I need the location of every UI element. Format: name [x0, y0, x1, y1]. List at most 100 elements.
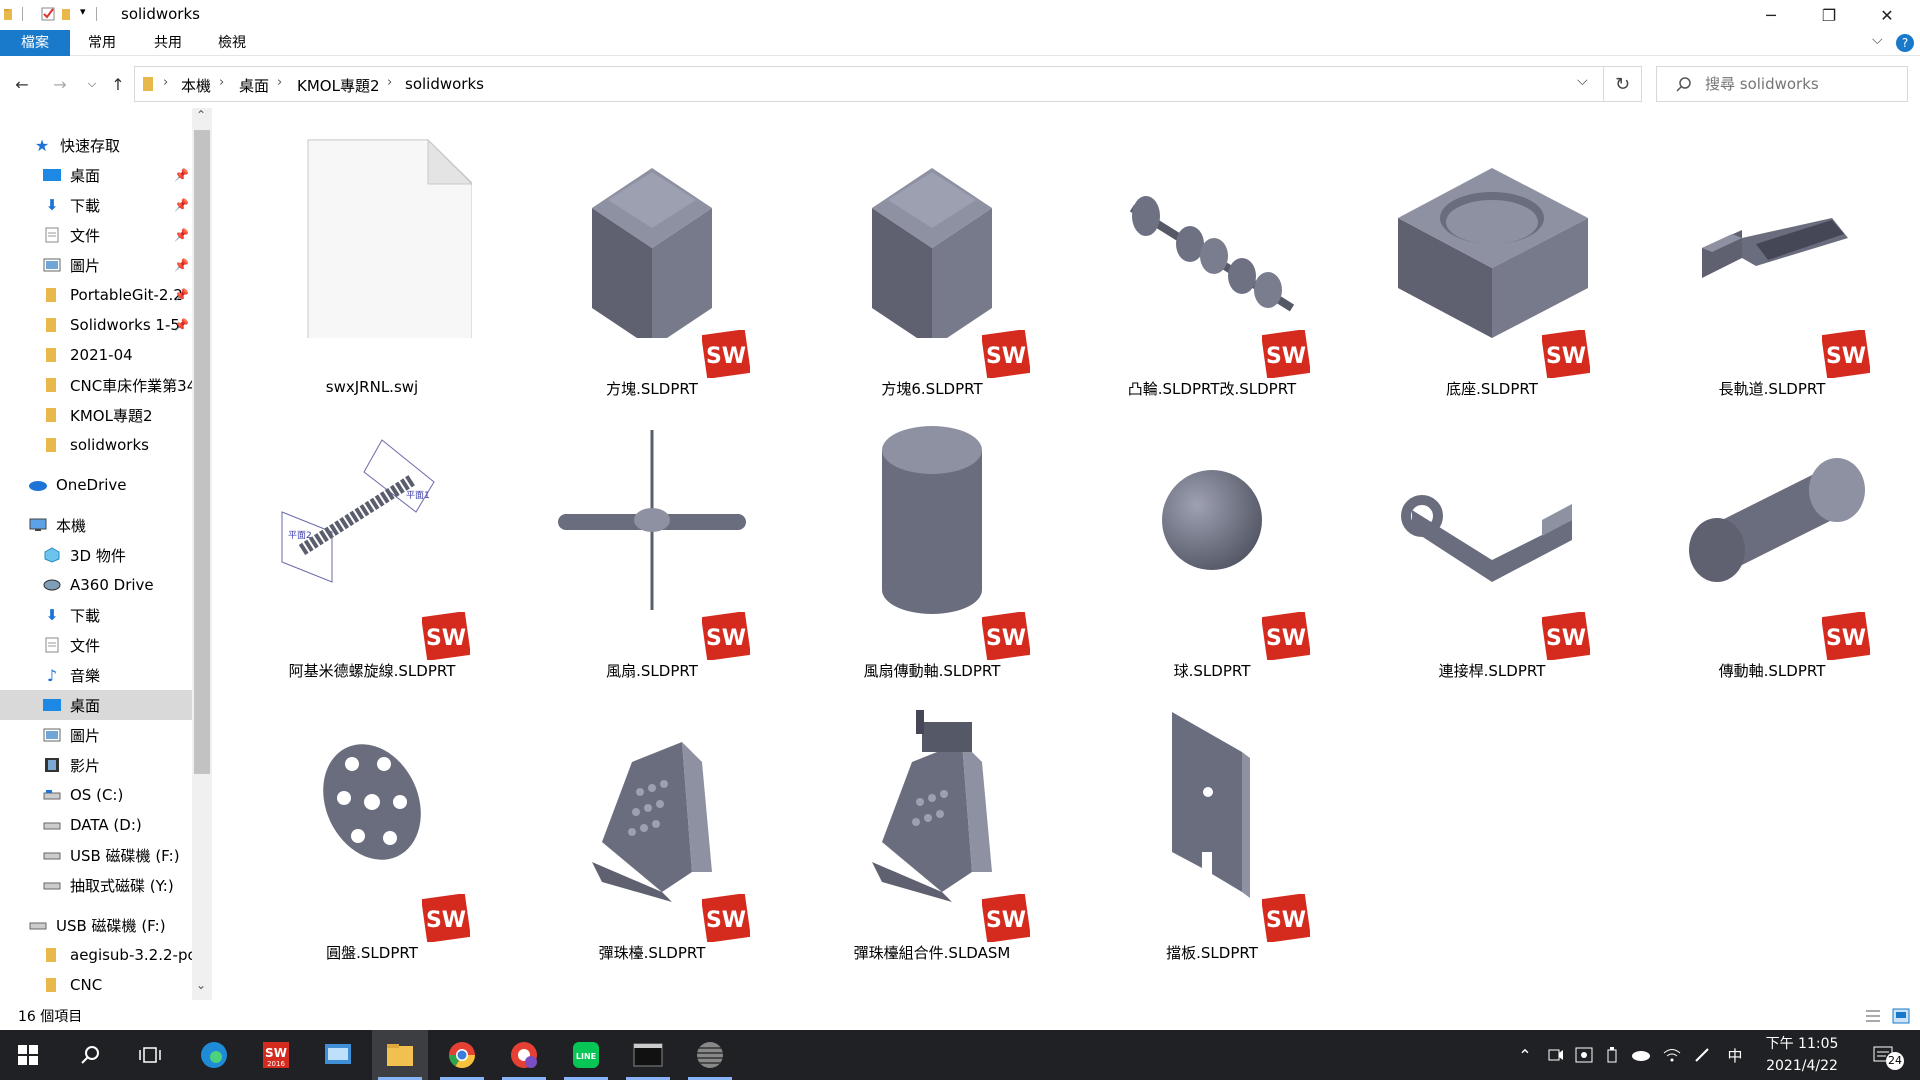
close-button[interactable]: ✕: [1858, 0, 1916, 30]
file-item[interactable]: SW 彈珠檯.SLDPRT: [512, 682, 782, 962]
file-item[interactable]: SW 圓盤.SLDPRT: [232, 682, 502, 962]
file-item[interactable]: SW 方塊6.SLDPRT: [792, 118, 1062, 398]
file-item[interactable]: swxJRNL.swj: [232, 118, 502, 396]
nav-item-pictures-pc[interactable]: 圖片: [0, 720, 192, 750]
nav-item-portablegit[interactable]: PortableGit-2.2 📌: [0, 280, 192, 310]
pin-icon[interactable]: 📌: [174, 288, 189, 302]
nav-item-solidworks[interactable]: solidworks: [0, 430, 192, 460]
nav-item-desktop-pc[interactable]: 桌面: [0, 690, 192, 720]
nav-item-kmol[interactable]: KMOL專題2: [0, 400, 192, 430]
nav-usb-root[interactable]: USB 磁碟機 (F:): [0, 910, 192, 940]
nav-item-downloads[interactable]: ⬇ 下載 📌: [0, 190, 192, 220]
pin-icon[interactable]: 📌: [174, 258, 189, 272]
file-item[interactable]: SW 長軌道.SLDPRT: [1632, 118, 1902, 398]
file-explorer-button[interactable]: [372, 1030, 428, 1080]
scroll-up-icon[interactable]: ⌃: [196, 108, 206, 122]
properties-icon[interactable]: [40, 6, 56, 22]
edge-button[interactable]: [186, 1030, 242, 1080]
pin-icon[interactable]: 📌: [174, 198, 189, 212]
nav-item-3d-objects[interactable]: 3D 物件: [0, 540, 192, 570]
nav-scroll-thumb[interactable]: [194, 130, 210, 774]
forward-button[interactable]: →: [48, 72, 72, 96]
new-folder-icon[interactable]: [60, 6, 76, 22]
nav-this-pc[interactable]: 本機: [0, 510, 192, 540]
file-item[interactable]: SW 方塊.SLDPRT: [512, 118, 782, 398]
file-item[interactable]: SW 風扇.SLDPRT: [512, 400, 782, 680]
file-item[interactable]: SW 彈珠檯組合件.SLDASM: [792, 682, 1062, 962]
file-item[interactable]: SW 擋板.SLDPRT: [1072, 682, 1342, 962]
breadcrumb-solidworks[interactable]: solidworks: [405, 75, 484, 93]
quick-access-dropdown[interactable]: ▾: [80, 5, 86, 18]
nav-item-a360[interactable]: A360 Drive: [0, 570, 192, 600]
refresh-button[interactable]: ↻: [1604, 66, 1642, 102]
line-button[interactable]: LINE: [558, 1030, 614, 1080]
task-view-button[interactable]: [122, 1030, 178, 1080]
show-hidden-icons-chevron-icon[interactable]: ⌃: [1514, 1030, 1536, 1080]
ribbon-expand-chevron-icon[interactable]: ⌵: [1872, 32, 1883, 48]
breadcrumb-kmol[interactable]: KMOL專題2: [297, 75, 380, 96]
nav-item-usb-f[interactable]: USB 磁碟機 (F:): [0, 840, 192, 870]
onedrive-tray-icon[interactable]: [1628, 1030, 1652, 1080]
tab-view[interactable]: 檢視: [210, 30, 254, 56]
search-button[interactable]: [62, 1030, 118, 1080]
details-view-icon[interactable]: [1864, 1008, 1882, 1024]
breadcrumb-desktop[interactable]: 桌面: [239, 75, 269, 96]
meet-now-icon[interactable]: [1544, 1030, 1568, 1080]
pin-icon[interactable]: 📌: [174, 168, 189, 182]
file-item[interactable]: SW 風扇傳動軸.SLDPRT: [792, 400, 1062, 680]
minimize-button[interactable]: ─: [1742, 0, 1800, 30]
scroll-down-icon[interactable]: ⌄: [196, 978, 206, 992]
pin-icon[interactable]: 📌: [174, 318, 189, 332]
clock[interactable]: 下午 11:05 2021/4/22: [1762, 1033, 1842, 1077]
nav-item-documents-pc[interactable]: 文件: [0, 630, 192, 660]
nav-quick-access[interactable]: ★ 快速存取: [0, 130, 192, 160]
nav-item-cnc-homework[interactable]: CNC車床作業第34: [0, 370, 192, 400]
up-button[interactable]: ↑: [106, 72, 130, 96]
recent-locations-chevron-icon[interactable]: ⌵: [80, 72, 104, 96]
nav-item-music[interactable]: ♪ 音樂: [0, 660, 192, 690]
nav-onedrive[interactable]: OneDrive: [0, 470, 192, 500]
usb-eject-icon[interactable]: [1602, 1030, 1622, 1080]
nav-item-downloads-pc[interactable]: ⬇ 下載: [0, 600, 192, 630]
restore-button[interactable]: ❐: [1800, 0, 1858, 30]
breadcrumb-this-pc[interactable]: 本機: [181, 75, 211, 96]
nav-item-pictures[interactable]: 圖片 📌: [0, 250, 192, 280]
pen-icon[interactable]: [1690, 1030, 1714, 1080]
terminal-button[interactable]: [620, 1030, 676, 1080]
nav-item-data-d[interactable]: DATA (D:): [0, 810, 192, 840]
notification-center-button[interactable]: 24: [1862, 1030, 1906, 1080]
solidworks-taskbar-button[interactable]: SW 2016: [248, 1030, 304, 1080]
nav-item-cnc[interactable]: CNC: [0, 970, 192, 1000]
tab-file[interactable]: 檔案: [0, 30, 70, 56]
tray-app-icon[interactable]: [1572, 1030, 1596, 1080]
file-item[interactable]: SW 球.SLDPRT: [1072, 400, 1342, 680]
tab-share[interactable]: 共用: [146, 30, 190, 56]
address-bar[interactable]: › 本機 › 桌面 › KMOL專題2 › solidworks ⌵: [134, 66, 1604, 102]
file-item[interactable]: SW 底座.SLDPRT: [1352, 118, 1622, 398]
chrome-button[interactable]: [434, 1030, 490, 1080]
nav-item-removable-y[interactable]: 抽取式磁碟 (Y:): [0, 870, 192, 900]
sphere-app-button[interactable]: [682, 1030, 738, 1080]
file-item[interactable]: SW 傳動軸.SLDPRT: [1632, 400, 1902, 680]
nav-item-aegisub[interactable]: aegisub-3.2.2-port: [0, 940, 192, 970]
nav-item-desktop[interactable]: 桌面 📌: [0, 160, 192, 190]
chrome-profile-button[interactable]: [496, 1030, 552, 1080]
file-item[interactable]: SW 連接桿.SLDPRT: [1352, 400, 1622, 680]
tab-home[interactable]: 常用: [80, 30, 124, 56]
control-panel-button[interactable]: [310, 1030, 366, 1080]
start-button[interactable]: [0, 1030, 56, 1080]
nav-item-documents[interactable]: 文件 📌: [0, 220, 192, 250]
wifi-icon[interactable]: [1660, 1030, 1684, 1080]
nav-item-2021-04[interactable]: 2021-04: [0, 340, 192, 370]
pin-icon[interactable]: 📌: [174, 228, 189, 242]
nav-item-os-c[interactable]: OS (C:): [0, 780, 192, 810]
search-input[interactable]: [1705, 75, 1895, 93]
back-button[interactable]: ←: [10, 72, 34, 96]
large-icons-view-icon[interactable]: [1892, 1008, 1910, 1024]
file-item[interactable]: SW 凸輪.SLDPRT改.SLDPRT: [1072, 118, 1342, 398]
nav-item-solidworks-1-5[interactable]: Solidworks 1-5 📌: [0, 310, 192, 340]
help-icon[interactable]: ?: [1896, 34, 1914, 52]
file-item[interactable]: 平面1 平面2 SW 阿基米德螺旋線.SLDPRT: [232, 400, 502, 680]
ime-indicator[interactable]: 中: [1722, 1030, 1748, 1080]
address-dropdown-chevron-icon[interactable]: ⌵: [1577, 73, 1588, 89]
